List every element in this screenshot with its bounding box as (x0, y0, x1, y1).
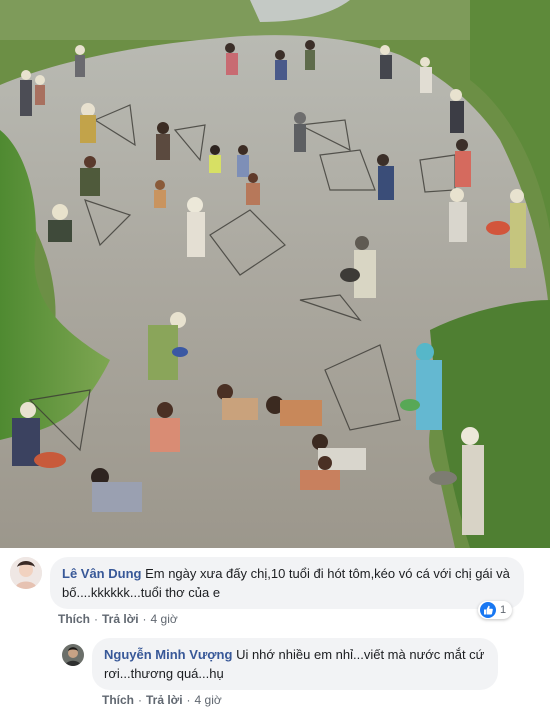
like-icon (480, 602, 496, 618)
comment-timestamp[interactable]: 4 giờ (151, 612, 178, 626)
like-link[interactable]: Thích (102, 693, 134, 707)
comment-1: Lê Vân Dung Em ngày xưa đấy chị,10 tuổi … (10, 557, 524, 609)
comment-author[interactable]: Nguyễn Minh Vượng (104, 647, 232, 662)
reply-link[interactable]: Trả lời (146, 693, 183, 707)
avatar[interactable] (62, 644, 84, 666)
user-avatar-icon (62, 644, 84, 666)
comment-bubble: Nguyễn Minh Vượng Ui nhớ nhiều em nhỉ...… (92, 638, 498, 690)
comment-2: Nguyễn Minh Vượng Ui nhớ nhiều em nhỉ...… (62, 638, 498, 690)
avatar[interactable] (10, 557, 42, 589)
comment-actions: Thích · Trả lời · 4 giờ (102, 693, 222, 707)
like-link[interactable]: Thích (58, 612, 90, 626)
comment-bubble: Lê Vân Dung Em ngày xưa đấy chị,10 tuổi … (50, 557, 524, 609)
reply-link[interactable]: Trả lời (102, 612, 139, 626)
fishing-stream-image (0, 0, 550, 548)
comment-author[interactable]: Lê Vân Dung (62, 566, 141, 581)
post-photo[interactable] (0, 0, 550, 548)
comment-timestamp[interactable]: 4 giờ (195, 693, 222, 707)
comment-actions: Thích · Trả lời · 4 giờ (58, 612, 178, 626)
user-avatar-icon (10, 557, 42, 589)
reaction-count: 1 (500, 604, 507, 616)
reaction-summary[interactable]: 1 (478, 601, 513, 619)
